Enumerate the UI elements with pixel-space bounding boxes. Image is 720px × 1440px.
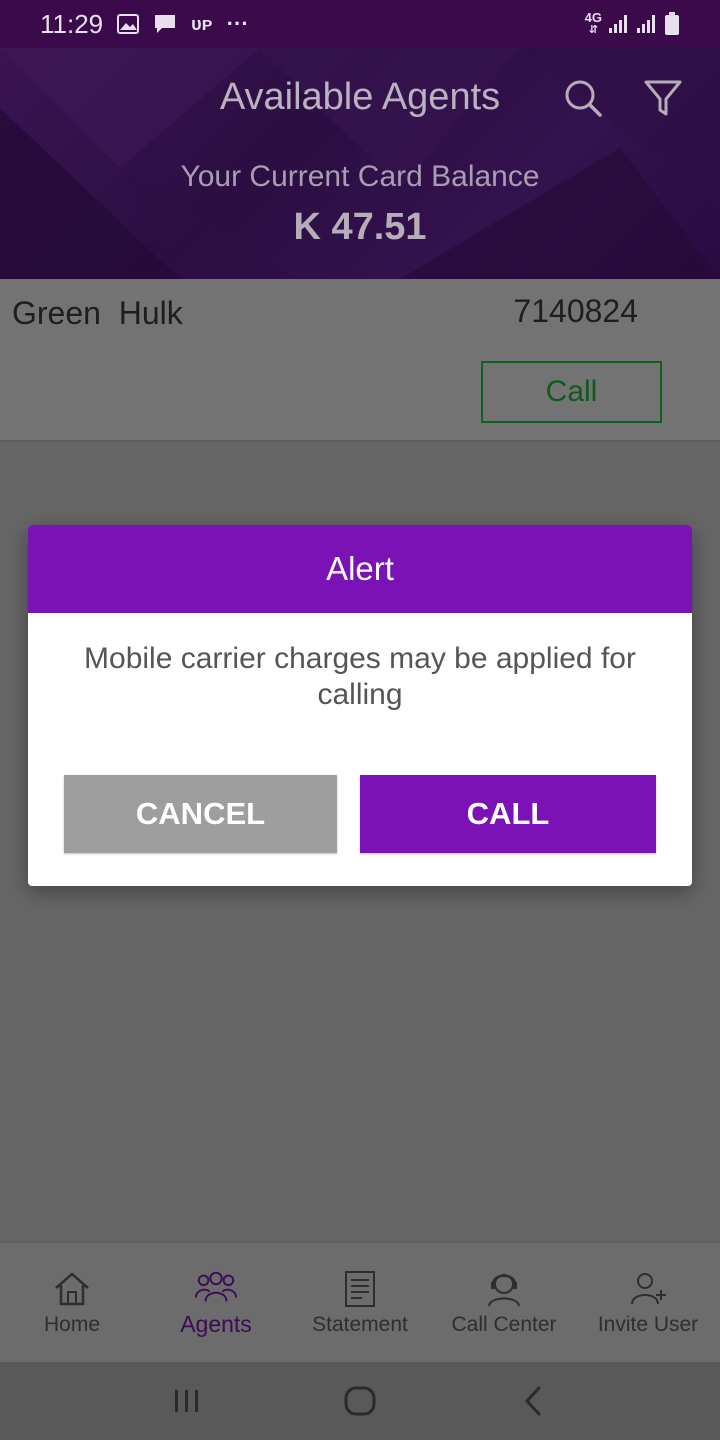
- nav-item-call-center[interactable]: Call Center: [432, 1243, 576, 1362]
- app-icon: ᴜᴘ: [191, 13, 213, 34]
- home-button[interactable]: [330, 1371, 390, 1431]
- home-icon: [50, 1269, 94, 1309]
- recents-button[interactable]: [157, 1371, 217, 1431]
- nav-item-invite-user[interactable]: Invite User: [576, 1243, 720, 1362]
- dialog-message: Mobile carrier charges may be applied fo…: [84, 642, 636, 711]
- call-agent-button[interactable]: Call: [481, 361, 662, 423]
- status-left: 11:29 ᴜᴘ ···: [40, 9, 249, 40]
- call-center-icon: [482, 1269, 526, 1309]
- network-label: 4G: [584, 10, 602, 25]
- signal-icon: [636, 14, 658, 34]
- agent-number: 7140824: [513, 293, 638, 329]
- list-item: Green Hulk 7140824 Call: [0, 279, 720, 442]
- signal-icon: [608, 14, 630, 34]
- data-arrows-icon: ⇵: [588, 24, 598, 36]
- nav-label-statement: Statement: [312, 1312, 408, 1336]
- balance-value: K 47.51: [293, 206, 427, 248]
- more-icon: ···: [226, 11, 249, 36]
- nav-label-home: Home: [43, 1312, 101, 1336]
- image-icon: [117, 14, 140, 34]
- bottom-nav: Home Agents Statement Call Center Invite…: [0, 1241, 720, 1362]
- network-4g-icon: 4G ⇵: [584, 10, 602, 36]
- balance-label: Your Current Card Balance: [180, 160, 540, 193]
- cancel-button[interactable]: CANCEL: [64, 775, 337, 853]
- nav-item-agents[interactable]: Agents: [144, 1243, 288, 1362]
- nav-label-invite-user: Invite User: [597, 1312, 699, 1336]
- dialog-title: Alert: [326, 550, 394, 587]
- call-button[interactable]: CALL: [360, 775, 656, 853]
- nav-label-agents: Agents: [180, 1311, 252, 1337]
- status-right: 4G ⇵: [584, 10, 680, 36]
- system-nav: [0, 1362, 720, 1440]
- home-button-icon: [344, 1386, 376, 1416]
- nav-item-home[interactable]: Home: [0, 1243, 144, 1362]
- status-time: 11:29: [40, 8, 104, 39]
- alert-dialog: Alert Mobile carrier charges may be appl…: [28, 525, 692, 886]
- search-button[interactable]: [561, 76, 605, 120]
- filter-icon: [644, 80, 682, 116]
- message-icon: [153, 13, 177, 35]
- back-icon: [525, 1386, 541, 1416]
- status-bar: 11:29 ᴜᴘ ··· 4G ⇵: [0, 0, 720, 48]
- search-icon: [565, 80, 602, 117]
- back-button[interactable]: [503, 1371, 563, 1431]
- agent-name: Green Hulk: [12, 295, 183, 331]
- agents-icon: [194, 1267, 238, 1307]
- statement-icon: [338, 1269, 382, 1309]
- filter-button[interactable]: [641, 76, 685, 120]
- nav-label-call-center: Call Center: [451, 1312, 557, 1336]
- header: Available Agents Your Current Card Balan…: [0, 48, 720, 279]
- nav-item-statement[interactable]: Statement: [288, 1243, 432, 1362]
- invite-user-icon: [626, 1269, 670, 1309]
- dialog-title-bar: Alert: [28, 525, 692, 613]
- page-title: Available Agents: [219, 76, 501, 118]
- battery-icon: [664, 12, 680, 36]
- recents-icon: [174, 1390, 198, 1412]
